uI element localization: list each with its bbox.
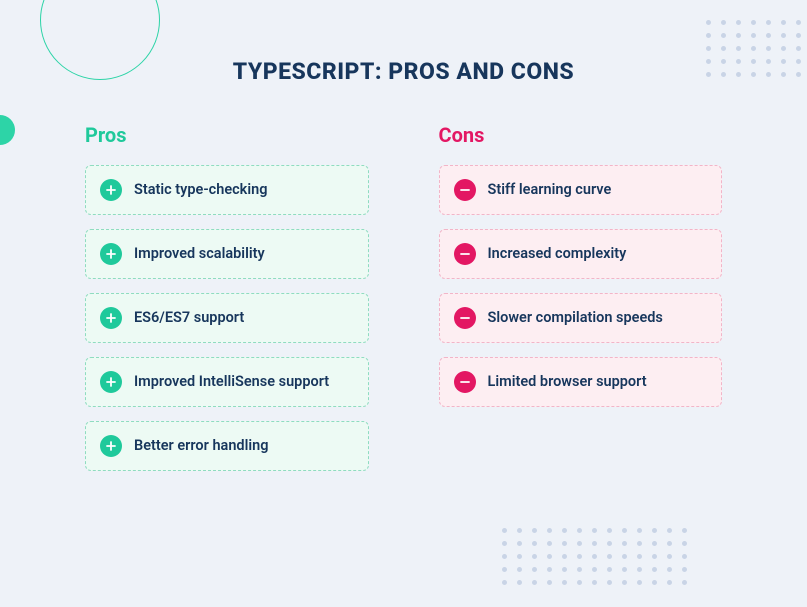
cons-item: Increased complexity — [439, 229, 723, 279]
plus-icon — [100, 307, 122, 329]
columns: Pros Static type-checking Improved scala… — [0, 85, 807, 485]
dot-grid-bottom — [502, 528, 687, 585]
cons-item: Limited browser support — [439, 357, 723, 407]
minus-icon — [454, 179, 476, 201]
plus-icon — [100, 435, 122, 457]
minus-icon — [454, 307, 476, 329]
plus-icon — [100, 371, 122, 393]
minus-icon — [454, 371, 476, 393]
pros-item: Improved scalability — [85, 229, 369, 279]
pros-item: Better error handling — [85, 421, 369, 471]
pros-item-label: ES6/ES7 support — [134, 309, 354, 328]
pros-item-label: Static type-checking — [134, 181, 354, 200]
cons-item-label: Slower compilation speeds — [488, 309, 708, 328]
dot-grid-top — [706, 20, 801, 77]
plus-icon — [100, 179, 122, 201]
pros-item-label: Improved scalability — [134, 245, 354, 264]
plus-icon — [100, 243, 122, 265]
pros-item-label: Improved IntelliSense support — [134, 373, 354, 392]
cons-heading: Cons — [439, 123, 723, 147]
pros-item: Improved IntelliSense support — [85, 357, 369, 407]
cons-item-label: Limited browser support — [488, 373, 708, 392]
pros-item-label: Better error handling — [134, 437, 354, 456]
cons-item: Stiff learning curve — [439, 165, 723, 215]
pros-item: ES6/ES7 support — [85, 293, 369, 343]
pros-heading: Pros — [85, 123, 369, 147]
cons-item: Slower compilation speeds — [439, 293, 723, 343]
pros-column: Pros Static type-checking Improved scala… — [85, 123, 369, 485]
minus-icon — [454, 243, 476, 265]
cons-column: Cons Stiff learning curve Increased comp… — [439, 123, 723, 485]
cons-item-label: Increased complexity — [488, 245, 708, 264]
cons-item-label: Stiff learning curve — [488, 181, 708, 200]
pros-item: Static type-checking — [85, 165, 369, 215]
